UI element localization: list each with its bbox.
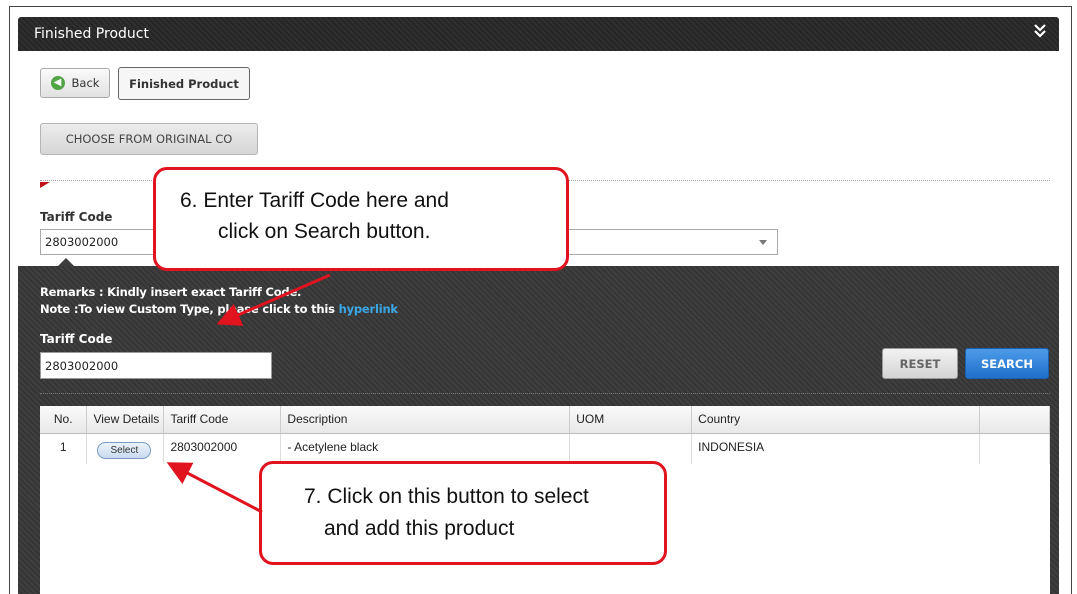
select-button[interactable]: Select — [97, 441, 152, 459]
column-header-country: Country — [691, 406, 980, 434]
cell-view-details: Select — [86, 433, 165, 464]
column-header-no: No. — [40, 406, 88, 434]
cell-description: - Acetylene black — [280, 433, 571, 464]
hyperlink[interactable]: hyperlink — [339, 302, 399, 316]
custom-type-select[interactable] — [566, 229, 778, 255]
callout-step-7: 7. Click on this button to select and ad… — [259, 461, 667, 565]
callout-step-6: 6. Enter Tariff Code here and click on S… — [153, 167, 569, 271]
column-header-view-details: View Details — [86, 406, 165, 434]
popup-divider — [40, 393, 1050, 394]
cell-country: INDONESIA — [691, 433, 980, 464]
column-header-tariff-code: Tariff Code — [163, 406, 282, 434]
circle-arrow-left-icon: ◀ — [50, 76, 65, 90]
back-button[interactable]: ◀ Back — [40, 68, 110, 98]
callout-step-6-line-1: 6. Enter Tariff Code here and — [180, 189, 449, 212]
search-tariff-code-input[interactable]: 2803002000 — [40, 352, 272, 379]
note-prefix: Note :To view Custom Type, please click … — [40, 302, 339, 316]
panel-header: Finished Product — [18, 17, 1059, 51]
column-header-blank — [979, 406, 1051, 434]
collapse-icon[interactable] — [1033, 23, 1047, 44]
search-tariff-code-label: Tariff Code — [40, 332, 113, 346]
remarks-text: Remarks : Kindly insert exact Tariff Cod… — [40, 285, 302, 299]
required-flag-icon — [40, 182, 50, 188]
back-button-label: Back — [71, 76, 100, 90]
cell-uom — [569, 433, 693, 464]
cell-no: 1 — [40, 433, 88, 464]
choose-from-original-co-button[interactable]: CHOOSE FROM ORIGINAL CO — [40, 123, 258, 155]
callout-step-7-line-1: 7. Click on this button to select — [304, 485, 589, 508]
callout-step-6-line-2: click on Search button. — [218, 220, 431, 243]
cell-tariff-code: 2803002000 — [163, 433, 282, 464]
callout-step-7-line-2: and add this product — [324, 517, 515, 540]
finished-product-button[interactable]: Finished Product — [118, 67, 250, 100]
cell-blank — [979, 433, 1051, 464]
table-header-row: No. View Details Tariff Code Description… — [40, 406, 1051, 434]
search-button[interactable]: SEARCH — [965, 348, 1049, 379]
column-header-uom: UOM — [569, 406, 693, 434]
panel-title: Finished Product — [34, 26, 149, 42]
note-text: Note :To view Custom Type, please click … — [40, 302, 398, 316]
table-row: 1 Select 2803002000 - Acetylene black IN… — [40, 433, 1051, 464]
popup-pointer — [58, 258, 74, 266]
caret-down-icon — [759, 240, 767, 245]
tariff-code-label: Tariff Code — [40, 210, 113, 224]
column-header-description: Description — [280, 406, 571, 434]
reset-button[interactable]: RESET — [882, 348, 958, 379]
double-chevron-icon — [1034, 24, 1046, 38]
